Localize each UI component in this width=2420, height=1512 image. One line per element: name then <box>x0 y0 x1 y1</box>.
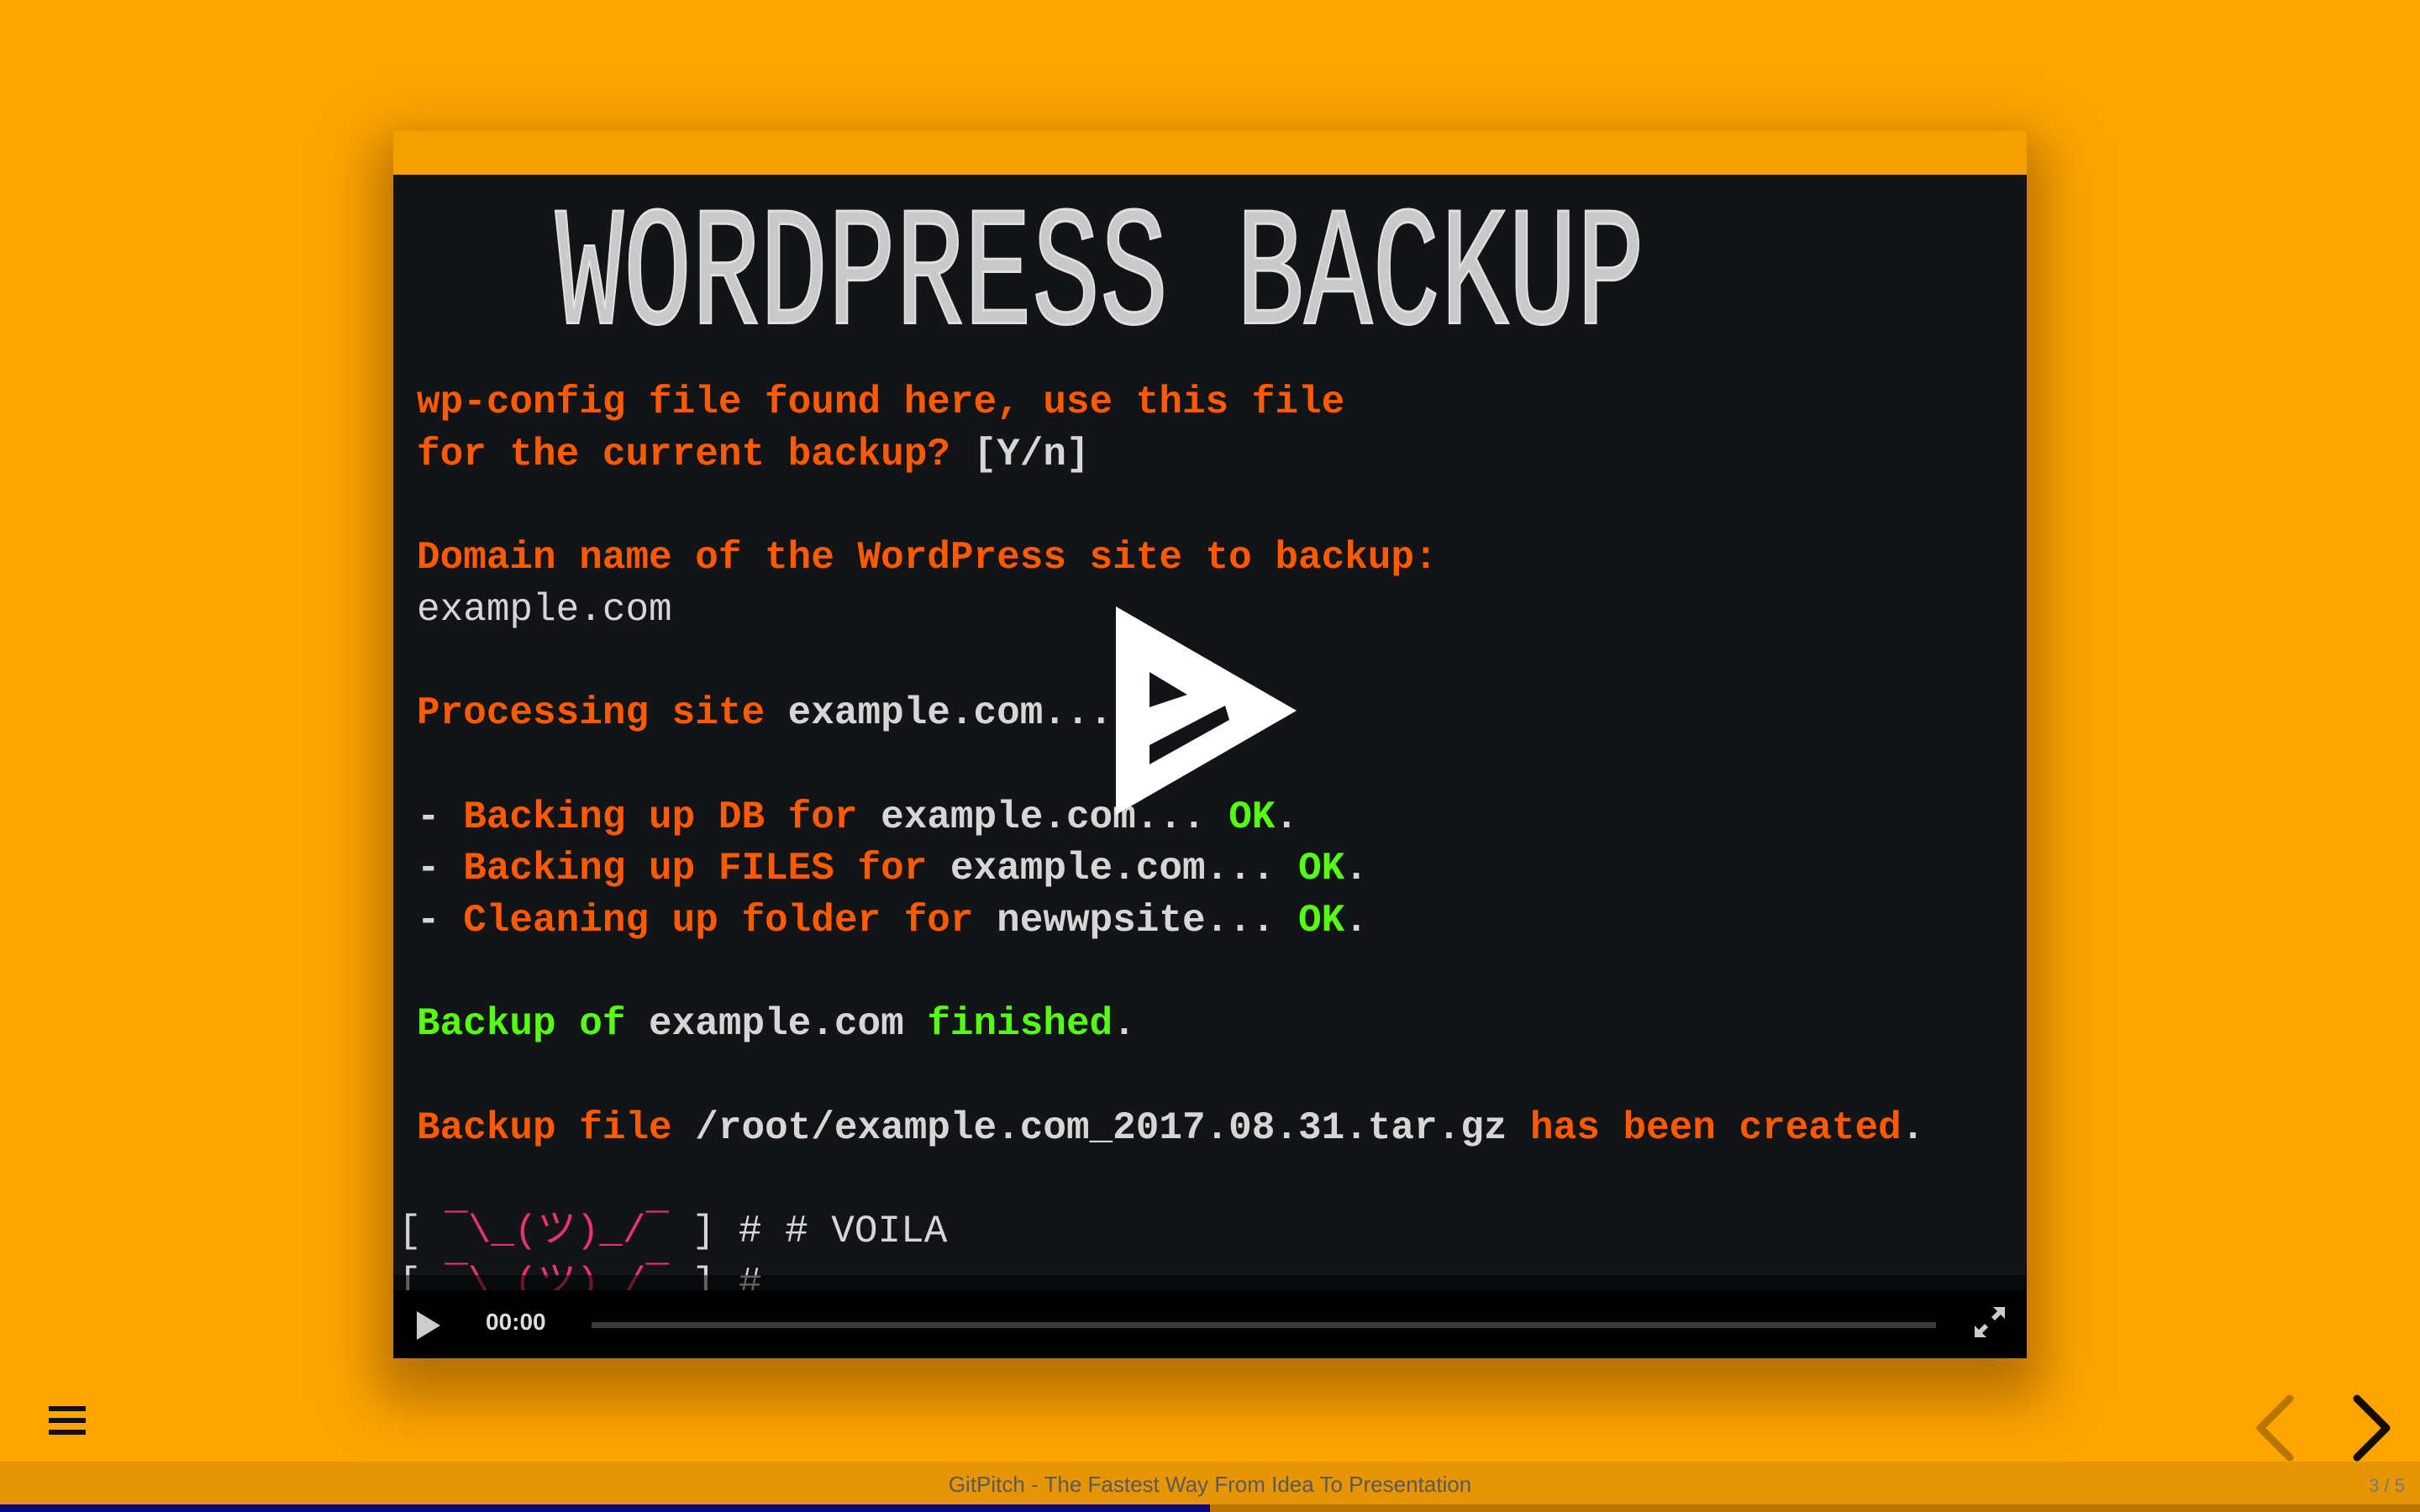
player-controls: 00:00 <box>393 1290 2027 1358</box>
terminal-text: . <box>1113 1002 1136 1047</box>
footer-text: GitPitch - The Fastest Way From Idea To … <box>948 1472 1472 1497</box>
terminal-line: - Backing up FILES for example.com... OK… <box>417 843 1924 895</box>
terminal-text: finished <box>927 1002 1113 1047</box>
terminal-text: . <box>1901 1105 1925 1150</box>
presentation-progress-bar <box>0 1504 2420 1512</box>
terminal-text: wp-config file found here, use this file <box>417 381 1345 424</box>
play-icon[interactable] <box>417 1311 440 1340</box>
terminal-text: ¯\_(ツ)_/¯ <box>445 1210 670 1253</box>
terminal-text: - <box>417 795 464 839</box>
terminal-text: Domain name of the WordPress site to bac… <box>417 536 1438 580</box>
terminal-text: Backing up FILES for <box>463 847 950 891</box>
terminal-output: wp-config file found here, use this file… <box>398 377 1924 1310</box>
asciinema-play-icon[interactable] <box>1116 606 1309 816</box>
terminal-text: example.com... <box>787 691 1113 736</box>
seek-bar[interactable] <box>592 1322 1936 1328</box>
terminal-text: has been created <box>1530 1105 1902 1150</box>
terminal-line: Backup file /root/example.com_2017.08.31… <box>417 1103 1924 1155</box>
terminal-text: example.com <box>417 587 672 632</box>
chevron-right-icon[interactable] <box>2344 1394 2395 1462</box>
terminal-text: [Y/n] <box>973 432 1090 476</box>
chevron-left-icon[interactable] <box>2252 1394 2302 1462</box>
terminal-text: for the current backup? <box>417 432 974 476</box>
fullscreen-icon[interactable] <box>1973 1305 2007 1339</box>
terminal-text: OK <box>1298 847 1345 891</box>
terminal-text: [ <box>398 1210 445 1253</box>
terminal-text: ] # # VOILA <box>669 1210 948 1253</box>
terminal-text: - <box>417 847 464 891</box>
terminal-line: Domain name of the WordPress site to bac… <box>417 533 1924 585</box>
footer: GitPitch - The Fastest Way From Idea To … <box>0 1462 2420 1504</box>
terminal-text: . <box>1344 898 1368 942</box>
terminal-line: wp-config file found here, use this file <box>417 377 1924 429</box>
terminal-text: Backing up DB for <box>463 795 881 839</box>
terminal-text: example.com... <box>950 847 1298 891</box>
player-top-bar <box>393 131 2027 175</box>
controls-fade <box>393 1275 2027 1290</box>
progress-fill <box>0 1504 1210 1512</box>
terminal-text: Processing site <box>417 691 788 736</box>
terminal-text: . <box>1344 847 1368 891</box>
slide-number: 3 / 5 <box>2369 1475 2405 1496</box>
terminal-text: newwpsite... <box>997 898 1298 942</box>
terminal-text: OK <box>1297 898 1345 942</box>
terminal-line: for the current backup? [Y/n] <box>417 429 1924 481</box>
asciinema-player[interactable]: WORDPRESS BACKUP wp-config file found he… <box>393 131 2027 1358</box>
time-display: 00:00 <box>486 1309 546 1335</box>
terminal-text: Backup of <box>417 1002 650 1047</box>
terminal-line: [ ¯\_(ツ)_/¯ ] # # VOILA <box>398 1206 1924 1258</box>
terminal-line: - Cleaning up folder for newwpsite... OK… <box>417 895 1924 948</box>
terminal-text: - <box>417 898 464 942</box>
ascii-art-title: WORDPRESS BACKUP <box>555 181 1645 375</box>
terminal-line: Backup of example.com finished. <box>417 999 1924 1051</box>
terminal-text: Backup file <box>417 1105 696 1150</box>
hamburger-icon[interactable] <box>49 1404 86 1436</box>
terminal-text: Cleaning up folder for <box>463 898 997 942</box>
terminal-text: example.com <box>649 1002 928 1047</box>
terminal-text: /root/example.com_2017.08.31.tar.gz <box>695 1105 1531 1150</box>
